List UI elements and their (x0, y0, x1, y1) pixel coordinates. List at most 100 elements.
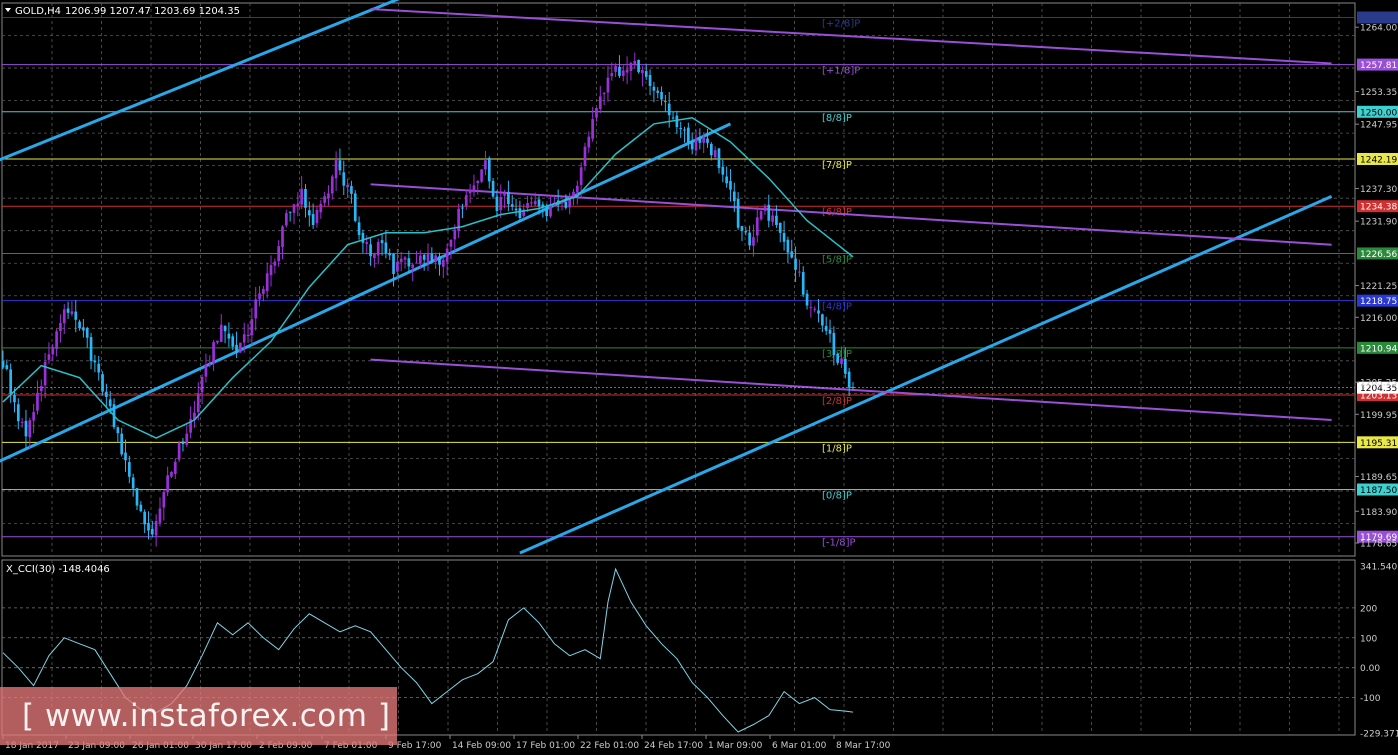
cci-axis-label: -229.3715 (1360, 730, 1398, 740)
candle-body (281, 226, 284, 248)
candle-body (296, 203, 300, 207)
candle-body (254, 299, 258, 319)
candle-body (13, 394, 16, 403)
price-tag-label: 1195.31 (1360, 439, 1397, 449)
candle-body (59, 322, 62, 332)
price-chart[interactable]: [+2/8]P[+1/8]P[8/8]P[7/8]P[6/8]P[5/8]P[4… (0, 0, 1398, 755)
candle-body (537, 199, 541, 207)
candle-body (307, 210, 311, 216)
candle-body (177, 442, 181, 460)
candle-body (327, 193, 330, 199)
candle-body (778, 222, 782, 233)
candle-body (384, 242, 388, 254)
symbol-label: GOLD,H4 (15, 6, 61, 17)
candle-body (334, 159, 338, 179)
candle-body (323, 196, 326, 203)
candle-body (388, 253, 392, 256)
candle-body (625, 69, 629, 73)
candle-body (472, 185, 476, 193)
candle-body (300, 188, 303, 205)
candle-body (752, 237, 755, 246)
candle-body (419, 255, 422, 264)
candle-body (311, 214, 315, 226)
candle-body (330, 176, 334, 194)
candle-body (284, 213, 288, 226)
candle-body (403, 257, 407, 260)
candle-body (231, 336, 235, 347)
candle-body (606, 77, 610, 93)
candle-body (369, 244, 372, 257)
candle-body (250, 319, 254, 336)
time-axis-label: 6 Mar 01:00 (772, 741, 827, 751)
price-tag-label: 1226.56 (1360, 250, 1397, 260)
candle-body (97, 363, 101, 373)
candle-body (39, 386, 43, 392)
candle-body (373, 253, 376, 258)
candle-body (181, 441, 185, 445)
candle-body (396, 261, 399, 272)
candle-body (350, 186, 353, 194)
candle-body (572, 191, 575, 197)
candle-body (618, 66, 621, 76)
candle-body (464, 195, 468, 207)
murrey-level-label: [+1/8]P (822, 66, 860, 77)
candle-body (357, 222, 361, 235)
candle-body (813, 308, 817, 310)
cci-label: X_CCI(30) -148.4046 (6, 564, 110, 575)
candle-body (158, 508, 162, 523)
candle-body (821, 314, 824, 326)
candle-body (545, 206, 549, 217)
candle-body (445, 248, 449, 262)
candle-body (610, 73, 614, 77)
candle-body (380, 240, 384, 244)
candle-body (208, 364, 212, 366)
candle-body (449, 239, 453, 247)
candle-body (361, 232, 365, 243)
candle-body (55, 331, 58, 350)
candle-body (353, 193, 357, 221)
candle-body (503, 192, 506, 196)
candle-body (453, 229, 457, 240)
time-axis-label: 17 Feb 01:00 (516, 741, 575, 751)
candle-body (633, 61, 637, 65)
candle-body (212, 342, 215, 364)
candle-body (579, 167, 583, 185)
price-tag-label: 1187.50 (1360, 486, 1397, 496)
candle-body (204, 364, 208, 377)
murrey-level-label: [5/8]P (822, 254, 852, 265)
candle-body (652, 86, 656, 91)
candle-body (798, 271, 801, 273)
candle-body (660, 91, 663, 100)
watermark: [ www.instaforex.com ] (0, 687, 397, 745)
candle-body (499, 196, 503, 211)
cci-axis-label: 341.5407 (1360, 563, 1398, 573)
candle-body (706, 138, 709, 143)
candle-body (461, 207, 464, 209)
price-axis-label: 1216.00 (1360, 314, 1397, 324)
candle-body (147, 522, 150, 531)
candle-body (108, 399, 112, 407)
candle-body (292, 204, 296, 213)
candle-body (679, 128, 683, 130)
candle-body (66, 308, 70, 313)
candle-body (239, 342, 242, 353)
candle-body (89, 337, 93, 361)
candle-body (530, 202, 533, 204)
price-axis-label: 1247.95 (1360, 121, 1397, 131)
candle-body (698, 139, 702, 143)
candle-body (759, 211, 763, 220)
candle-body (507, 191, 510, 205)
candle-body (564, 201, 568, 208)
candle-body (702, 136, 706, 143)
candle-body (36, 392, 39, 411)
candle-body (131, 477, 135, 489)
candle-body (93, 360, 97, 363)
candle-body (101, 374, 104, 392)
ohlc-values: 1206.99 1207.47 1203.69 1204.35 (65, 6, 240, 17)
candle-body (721, 166, 725, 175)
candle-body (844, 358, 847, 374)
candle-body (790, 251, 794, 258)
candle-body (583, 146, 587, 166)
candle-body (20, 422, 24, 424)
candle-body (732, 191, 736, 202)
